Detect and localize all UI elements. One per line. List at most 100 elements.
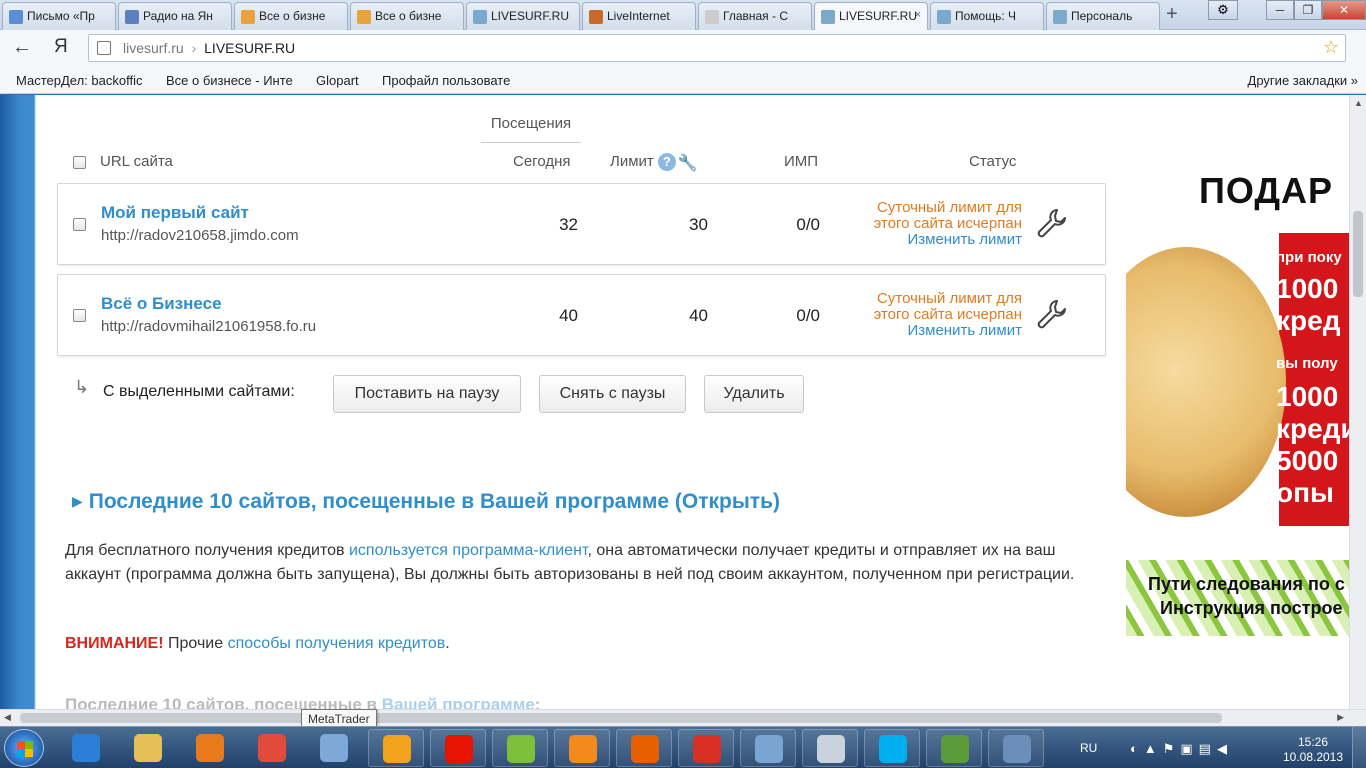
bookmark-star-icon[interactable]: ☆ [1323, 37, 1339, 58]
page-content: Посещения URL сайта Сегодня Лимит? 🔧 ИМП … [36, 95, 1349, 709]
settings-button[interactable]: ⚙ [1208, 0, 1238, 20]
bookmark-item[interactable]: Все о бизнесе - Инте [166, 73, 298, 88]
browser-tab[interactable]: LiveInternet [582, 2, 696, 30]
site-row: Мой первый сайт http://radov210658.jimdo… [57, 183, 1106, 265]
visits-header-underline [481, 142, 581, 143]
ad-banner-gift[interactable]: ПОДАР при поку 1000 кред вы полу 1000 кр… [1126, 155, 1349, 530]
col-limit-header: Лимит? 🔧 [610, 153, 698, 173]
other-bookmarks[interactable]: Другие закладки » [1248, 73, 1358, 88]
scroll-left-arrow-icon[interactable]: ◀ [4, 712, 11, 723]
change-limit-link[interactable]: Изменить лимит [798, 323, 1022, 339]
tab-label: Радио на Ян [143, 9, 213, 23]
wrench-icon[interactable] [1033, 206, 1067, 240]
browser-tab[interactable]: Помощь: Ч [930, 2, 1044, 30]
credit-methods-link[interactable]: способы получения кредитов [228, 635, 446, 652]
browser-tab[interactable]: Все о бизне [234, 2, 348, 30]
language-indicator[interactable]: RU [1080, 741, 1097, 755]
unpause-button[interactable]: Снять с паузы [539, 375, 686, 413]
taskbar-item-speaker[interactable] [740, 729, 796, 767]
vertical-scrollbar[interactable]: ▲ [1349, 95, 1366, 709]
delete-button[interactable]: Удалить [704, 375, 804, 413]
site-url: http://radovmihail21061958.fo.ru [101, 318, 317, 335]
warning-text: Прочие [163, 635, 228, 652]
bookmark-item[interactable]: Glopart [316, 73, 368, 88]
wrench-icon[interactable]: 🔧 [678, 153, 698, 173]
taskbar-item-firefox[interactable] [616, 729, 672, 767]
wrench-icon[interactable] [1033, 297, 1067, 331]
bookmark-item[interactable]: МастерДел: backoffic [16, 73, 148, 88]
maximize-button[interactable]: ❐ [1294, 0, 1322, 20]
change-limit-link[interactable]: Изменить лимит [798, 232, 1022, 248]
clock-date: 10.08.2013 [1282, 750, 1344, 764]
today-count: 40 [559, 306, 578, 325]
start-button[interactable] [4, 729, 44, 767]
close-window-button[interactable]: ✕ [1322, 0, 1366, 20]
browser-tab[interactable]: LIVESURF.RU × [814, 2, 928, 31]
new-tab-button[interactable]: + [1166, 3, 1178, 26]
site-name-link[interactable]: Всё о Бизнесе [101, 294, 222, 314]
row-checkbox[interactable] [73, 218, 86, 231]
scroll-right-arrow-icon[interactable]: ▶ [1337, 712, 1344, 723]
scroll-up-arrow-icon[interactable]: ▲ [1354, 98, 1363, 108]
ad-red-text: 1000 [1276, 381, 1339, 412]
clock[interactable]: 15:26 10.08.2013 [1282, 735, 1344, 765]
ball-icon [507, 735, 535, 763]
taskbar-item-ie[interactable] [58, 729, 114, 767]
help-icon[interactable]: ? [657, 153, 676, 171]
back-icon[interactable]: ← [12, 36, 32, 59]
ad-red-text: опы [1276, 477, 1334, 508]
contacts-icon [320, 734, 348, 762]
yandex-logo[interactable]: Я [54, 36, 68, 58]
taskbar-item-ball[interactable] [492, 729, 548, 767]
tab-label: LiveInternet [607, 9, 670, 23]
taskbar-item-media[interactable] [182, 729, 238, 767]
ad-banner-route[interactable]: Пути следования по с Инструкция построе [1126, 560, 1349, 636]
taskbar-item-odnoklassniki[interactable] [554, 729, 610, 767]
browser-tab[interactable]: Персональ [1046, 2, 1160, 30]
recent-sites-toggle[interactable]: ▶ Последние 10 сайтов, посещенные в Вашей… [72, 490, 780, 514]
taskbar-item-yandex2[interactable] [678, 729, 734, 767]
tab-favicon [357, 10, 371, 24]
show-desktop-button[interactable] [1352, 727, 1366, 768]
browser-tab[interactable]: LIVESURF.RU [466, 2, 580, 30]
status-cell: Суточный лимит для этого сайта исчерпан … [798, 200, 1022, 248]
browser-tab[interactable]: Письмо «Пр [2, 2, 116, 30]
taskbar-item-chart-app[interactable] [926, 729, 982, 767]
browser-tab[interactable]: Главная - С [698, 2, 812, 30]
tab-label: Все о бизне [259, 9, 326, 23]
limit-count: 40 [689, 306, 708, 325]
taskbar-item-calculator[interactable] [802, 729, 858, 767]
taskbar-item-contacts[interactable] [306, 729, 362, 767]
taskbar-item-network[interactable] [988, 729, 1044, 767]
address-bar[interactable]: livesurf.ru › LIVESURF.RU ☆ [88, 34, 1346, 62]
taskbar-item-skype[interactable] [864, 729, 920, 767]
scroll-thumb[interactable] [20, 713, 1222, 723]
client-program-link[interactable]: используется программа-клиент [349, 542, 587, 559]
recent-sites-text: Последние 10 сайтов, посещенные в [65, 695, 382, 709]
horizontal-scrollbar[interactable]: ◀ ▶ [0, 709, 1366, 726]
expand-triangle-icon: ▶ [72, 493, 83, 509]
address-host: livesurf.ru [123, 40, 184, 56]
pause-button[interactable]: Поставить на паузу [333, 375, 521, 413]
tray-icons[interactable]: ◐▲⚑▣▤◀ [1130, 741, 1233, 757]
tab-close-icon[interactable]: × [915, 9, 921, 21]
tab-favicon [241, 10, 255, 24]
select-all-checkbox[interactable] [73, 156, 86, 169]
row-checkbox[interactable] [73, 309, 86, 322]
your-program-link[interactable]: Вашей программе [382, 695, 535, 709]
yandex2-icon [693, 735, 721, 763]
taskbar-item-chrome[interactable] [244, 729, 300, 767]
minimize-button[interactable]: ─ [1266, 0, 1294, 20]
scroll-thumb[interactable] [1353, 211, 1363, 297]
skype-icon [879, 735, 907, 763]
browser-tab[interactable]: Все о бизне [350, 2, 464, 30]
col-status-header: Статус [969, 153, 1017, 170]
taskbar-item-explorer[interactable] [120, 729, 176, 767]
mail-at-icon [383, 735, 411, 763]
tab-favicon [705, 10, 719, 24]
taskbar-item-mail-at[interactable] [368, 729, 424, 767]
taskbar-item-yandex[interactable] [430, 729, 486, 767]
site-name-link[interactable]: Мой первый сайт [101, 203, 249, 223]
browser-tab[interactable]: Радио на Ян [118, 2, 232, 30]
bookmark-item[interactable]: Профайл пользовате [382, 73, 514, 88]
